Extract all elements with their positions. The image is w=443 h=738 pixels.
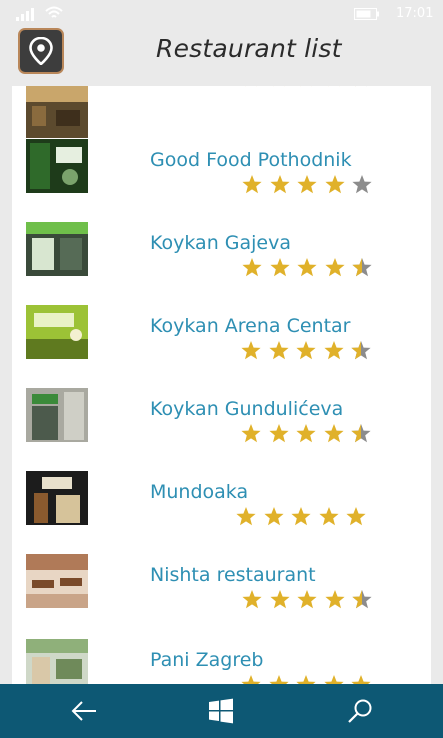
star-filled-icon (297, 175, 317, 194)
star-filled-icon (324, 590, 345, 609)
star-filled-icon (351, 675, 371, 684)
navigation-bar (0, 684, 443, 738)
restaurant-name: Pani Zagreb (150, 649, 264, 671)
restaurant-photo (26, 388, 88, 442)
list-item[interactable]: Pani Zagreb (12, 630, 431, 684)
restaurant-name: Nishta restaurant (150, 564, 316, 586)
app-header: Restaurant list (0, 26, 443, 82)
star-filled-icon (300, 86, 312, 87)
star-filled-icon (245, 86, 257, 87)
star-filled-icon (263, 507, 284, 526)
star-half-icon (351, 341, 371, 360)
restaurant-photo (26, 639, 88, 684)
list-item[interactable]: Good Food Pothodnik (12, 132, 431, 215)
star-filled-icon (241, 675, 261, 684)
star-filled-icon (291, 507, 311, 526)
star-filled-icon (241, 424, 261, 443)
restaurant-photo (26, 305, 88, 359)
signal-strength-icon (16, 8, 34, 21)
star-filled-icon (242, 175, 262, 194)
star-filled-icon (297, 258, 317, 277)
restaurant-name: Koykan Gundulićeva (150, 398, 344, 420)
star-filled-icon (269, 590, 290, 609)
back-arrow-icon[interactable] (70, 698, 98, 724)
status-bar: 17:01 (0, 0, 443, 28)
restaurant-photo (26, 471, 88, 525)
star-filled-icon (268, 424, 289, 443)
list-item[interactable]: Koykan Arena Centar (12, 298, 431, 381)
status-time: 17:01 (396, 6, 434, 21)
star-filled-icon (272, 86, 285, 87)
search-icon[interactable] (346, 698, 374, 724)
list-item[interactable]: Mundoaka (12, 464, 431, 547)
star-filled-icon (296, 424, 316, 443)
star-filled-icon (297, 590, 317, 609)
star-filled-icon (242, 590, 262, 609)
list-item[interactable]: Koykan Gajeva (12, 215, 431, 298)
star-filled-icon (268, 341, 289, 360)
star-filled-icon (268, 675, 289, 684)
battery-icon (354, 8, 379, 20)
star-filled-icon (323, 341, 344, 360)
page-title: Restaurant list (156, 34, 342, 63)
restaurant-name: Koykan Gajeva (150, 232, 291, 254)
star-filled-icon (324, 175, 345, 194)
restaurant-photo (26, 554, 88, 608)
restaurant-name: Koykan Arena Centar (150, 315, 351, 337)
star-filled-icon (318, 507, 339, 526)
wifi-icon (45, 6, 63, 18)
restaurant-name: Good Food Pothodnik (150, 149, 352, 171)
star-filled-icon (296, 675, 316, 684)
star-empty-icon (352, 175, 372, 194)
list-item[interactable]: Koykan Gundulićeva (12, 381, 431, 464)
star-half-icon (352, 258, 372, 277)
star-filled-icon (324, 258, 345, 277)
star-half-icon (351, 424, 371, 443)
star-filled-icon (327, 86, 340, 87)
restaurant-photo (26, 86, 88, 138)
star-filled-icon (242, 258, 262, 277)
location-pin-icon[interactable] (18, 28, 64, 74)
star-filled-icon (241, 341, 261, 360)
restaurant-photo (26, 139, 88, 193)
star-half-icon (355, 86, 367, 87)
star-filled-icon (346, 507, 366, 526)
list-item[interactable]: Nishta restaurant (12, 547, 431, 630)
restaurant-photo (26, 222, 88, 276)
star-half-icon (352, 590, 372, 609)
restaurant-name: Mundoaka (150, 481, 249, 503)
star-filled-icon (236, 507, 256, 526)
star-filled-icon (296, 341, 316, 360)
star-filled-icon (269, 258, 290, 277)
restaurant-list[interactable]: Good Food Pothodnik Koykan Gajeva Koykan… (12, 86, 431, 684)
star-filled-icon (269, 175, 290, 194)
star-filled-icon (323, 424, 344, 443)
star-filled-icon (323, 675, 344, 684)
windows-logo-icon[interactable] (208, 698, 234, 724)
